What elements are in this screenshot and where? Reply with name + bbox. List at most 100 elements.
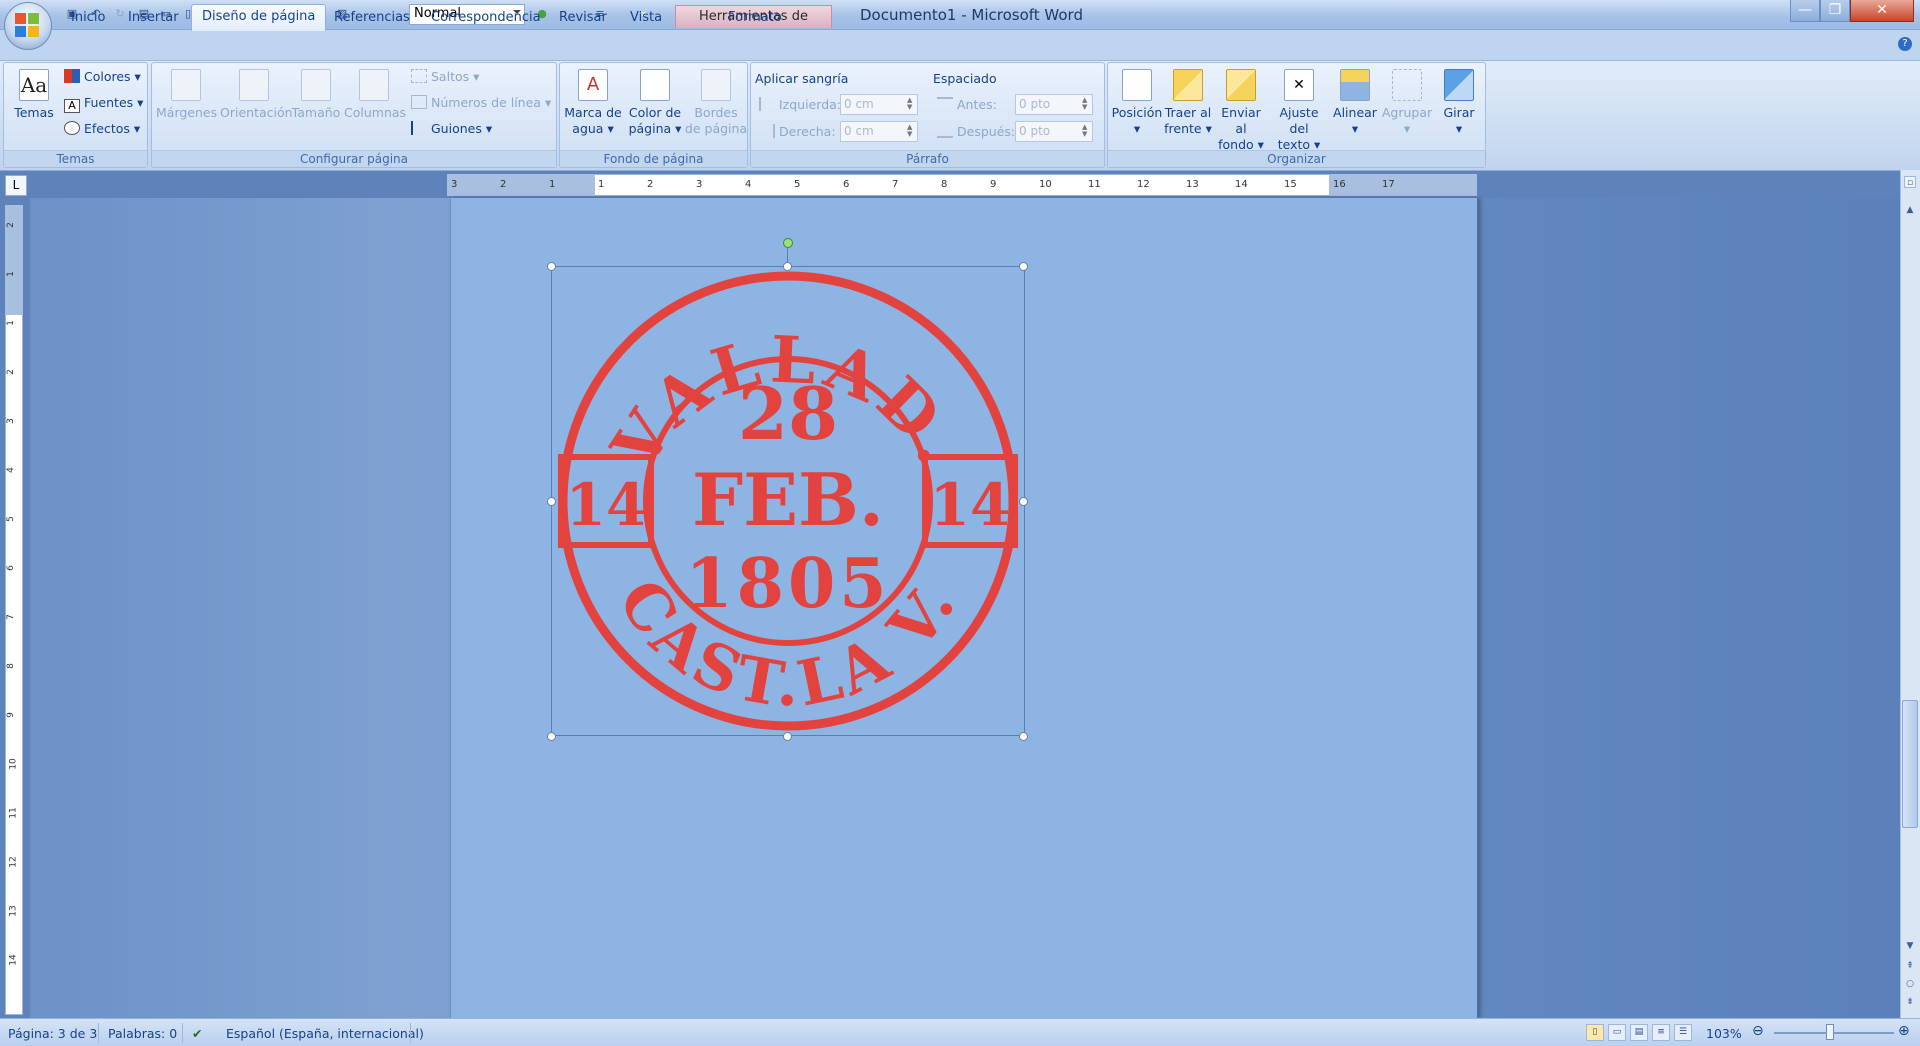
restore-button[interactable]: ❐	[1820, 0, 1850, 22]
zoom-slider[interactable]	[1774, 1032, 1894, 1034]
columnas-button[interactable]: Columnas	[344, 69, 406, 121]
zoom-out-icon[interactable]: ⊖	[1752, 1023, 1764, 1039]
saltos-button[interactable]: Saltos ▾	[411, 69, 479, 84]
antes-label: Antes:	[937, 97, 997, 112]
spin-icon[interactable]: ▲ ▼	[1082, 124, 1090, 139]
efectos-button[interactable]: Efectos ▾	[64, 121, 140, 136]
full-screen-reading-icon[interactable]: ▭	[1608, 1024, 1626, 1041]
scroll-down-icon[interactable]: ▼	[1904, 940, 1916, 952]
rotation-handle[interactable]	[783, 238, 793, 248]
derecha-label: Derecha:	[759, 124, 836, 139]
zoom-slider-thumb[interactable]	[1826, 1024, 1834, 1040]
color-de-pagina-button[interactable]: Color de página ▾	[624, 69, 686, 137]
postmark-stamp-image: VALLAD. CAST.LA V. 28 FEB. 1805 14 14	[558, 271, 1018, 731]
antes-field[interactable]: 0 pto ▲ ▼	[1015, 94, 1093, 115]
scroll-thumb[interactable]	[1902, 700, 1918, 828]
orientacion-button[interactable]: Orientación	[220, 69, 293, 121]
draft-icon[interactable]: ☰	[1674, 1024, 1692, 1041]
page-count[interactable]: Página: 3 de 3	[8, 1026, 97, 1041]
guiones-button[interactable]: Guiones ▾	[411, 121, 492, 136]
word-count[interactable]: Palabras: 0	[108, 1026, 177, 1041]
minimize-button[interactable]: —	[1790, 0, 1820, 22]
group-configurar-pagina: Márgenes Orientación Tamaño Columnas Sal…	[151, 62, 557, 168]
marca-de-agua-button[interactable]: A Marca de agua ▾	[562, 69, 624, 137]
page-borders-icon	[701, 69, 731, 101]
spin-icon[interactable]: ▲ ▼	[907, 97, 915, 112]
resize-handle-ne[interactable]	[1019, 262, 1028, 271]
print-layout-icon[interactable]: ▯	[1586, 1024, 1604, 1041]
resize-handle-sw[interactable]	[547, 732, 556, 741]
espaciado-heading: Espaciado	[933, 71, 997, 86]
language[interactable]: Español (España, internacional)	[226, 1026, 424, 1041]
efectos-label: Efectos	[84, 121, 130, 136]
resize-handle-n[interactable]	[783, 262, 792, 271]
help-icon[interactable]: ?	[1898, 37, 1912, 51]
spin-icon[interactable]: ▲ ▼	[1082, 97, 1090, 112]
zoom-in-icon[interactable]: ⊕	[1898, 1023, 1910, 1039]
ruler-tick-label: 17	[1382, 179, 1395, 190]
vertical-ruler-tick-label: 1	[5, 271, 16, 277]
previous-page-icon[interactable]: ⇞	[1904, 960, 1916, 972]
browse-object-icon[interactable]: ○	[1904, 978, 1916, 990]
tamano-button[interactable]: Tamaño	[290, 69, 342, 121]
color-label-2: página	[628, 121, 672, 136]
derecha-field[interactable]: 0 cm ▲ ▼	[840, 121, 918, 142]
temas-button[interactable]: Aa Temas	[8, 69, 60, 121]
margenes-button[interactable]: Márgenes	[156, 69, 217, 121]
vertical-ruler[interactable]	[5, 205, 23, 1015]
color-label-1: Color de	[628, 105, 682, 120]
girar-button[interactable]: Girar ▾	[1434, 69, 1484, 137]
proofing-icon[interactable]: ✔	[192, 1026, 202, 1041]
vertical-ruler-tick-label: 11	[8, 807, 19, 819]
resize-handle-nw[interactable]	[547, 262, 556, 271]
tab-inicio[interactable]: Inicio	[61, 6, 115, 30]
office-button[interactable]	[4, 2, 52, 50]
resize-handle-e[interactable]	[1019, 497, 1028, 506]
tab-insertar[interactable]: Insertar	[118, 6, 189, 30]
vertical-ruler-tick-label: 10	[8, 758, 19, 770]
fuentes-button[interactable]: A Fuentes ▾	[64, 95, 143, 113]
agrupar-button[interactable]: Agrupar ▾	[1380, 69, 1434, 137]
colores-button[interactable]: Colores ▾	[64, 69, 141, 84]
ruler-tick-label: 1	[549, 179, 556, 190]
ruler-tick-label: 14	[1235, 179, 1248, 190]
columns-icon	[359, 69, 389, 101]
despues-field[interactable]: 0 pto ▲ ▼	[1015, 121, 1093, 142]
enviar-al-fondo-button[interactable]: Enviar al fondo ▾	[1214, 69, 1268, 153]
despues-label: Después:	[937, 124, 1015, 139]
group-parrafo: Aplicar sangría Espaciado Izquierda: 0 c…	[750, 62, 1105, 168]
resize-handle-s[interactable]	[783, 732, 792, 741]
izquierda-field[interactable]: 0 cm ▲ ▼	[840, 94, 918, 115]
resize-handle-se[interactable]	[1019, 732, 1028, 741]
tab-diseno-de-pagina[interactable]: Diseño de página	[191, 4, 327, 31]
alinear-button[interactable]: Alinear ▾	[1330, 69, 1380, 137]
bordes-de-pagina-button[interactable]: Bordes de página	[684, 69, 748, 137]
tab-vista[interactable]: Vista	[620, 6, 672, 30]
group-label-temas: Temas	[4, 150, 147, 167]
traer-al-frente-button[interactable]: Traer al frente ▾	[1162, 69, 1214, 137]
tab-correspondencia[interactable]: Correspondencia	[421, 6, 551, 30]
tab-selector[interactable]: L	[5, 175, 27, 196]
web-layout-icon[interactable]: ▤	[1630, 1024, 1648, 1041]
group-icon	[1392, 69, 1422, 101]
vertical-scrollbar[interactable]	[1900, 170, 1920, 1018]
posicion-button[interactable]: Posición ▾	[1110, 69, 1164, 137]
outline-icon[interactable]: ≡	[1652, 1024, 1670, 1041]
close-button[interactable]: ✕	[1850, 0, 1914, 22]
guiones-label: Guiones	[431, 121, 482, 136]
zoom-level[interactable]: 103%	[1706, 1026, 1742, 1041]
ajuste-del-texto-button[interactable]: ✕ Ajuste del texto ▾	[1268, 69, 1330, 153]
spin-icon[interactable]: ▲ ▼	[907, 124, 915, 139]
resize-handle-w[interactable]	[547, 497, 556, 506]
office-logo-icon	[15, 13, 41, 39]
scroll-up-icon[interactable]: ▲	[1904, 204, 1916, 216]
next-page-icon[interactable]: ⇟	[1904, 996, 1916, 1008]
indent-right-icon	[759, 124, 775, 138]
despues-text: Después:	[957, 124, 1016, 139]
ruler-toggle-icon[interactable]: ▫	[1904, 176, 1916, 188]
tab-formato[interactable]: Formato	[718, 6, 792, 30]
numeros-linea-button[interactable]: Números de línea ▾	[411, 95, 551, 110]
tab-revisar[interactable]: Revisar	[549, 6, 617, 30]
tab-referencias[interactable]: Referencias	[324, 6, 420, 30]
selected-picture[interactable]: VALLAD. CAST.LA V. 28 FEB. 1805 14 14	[551, 266, 1025, 736]
